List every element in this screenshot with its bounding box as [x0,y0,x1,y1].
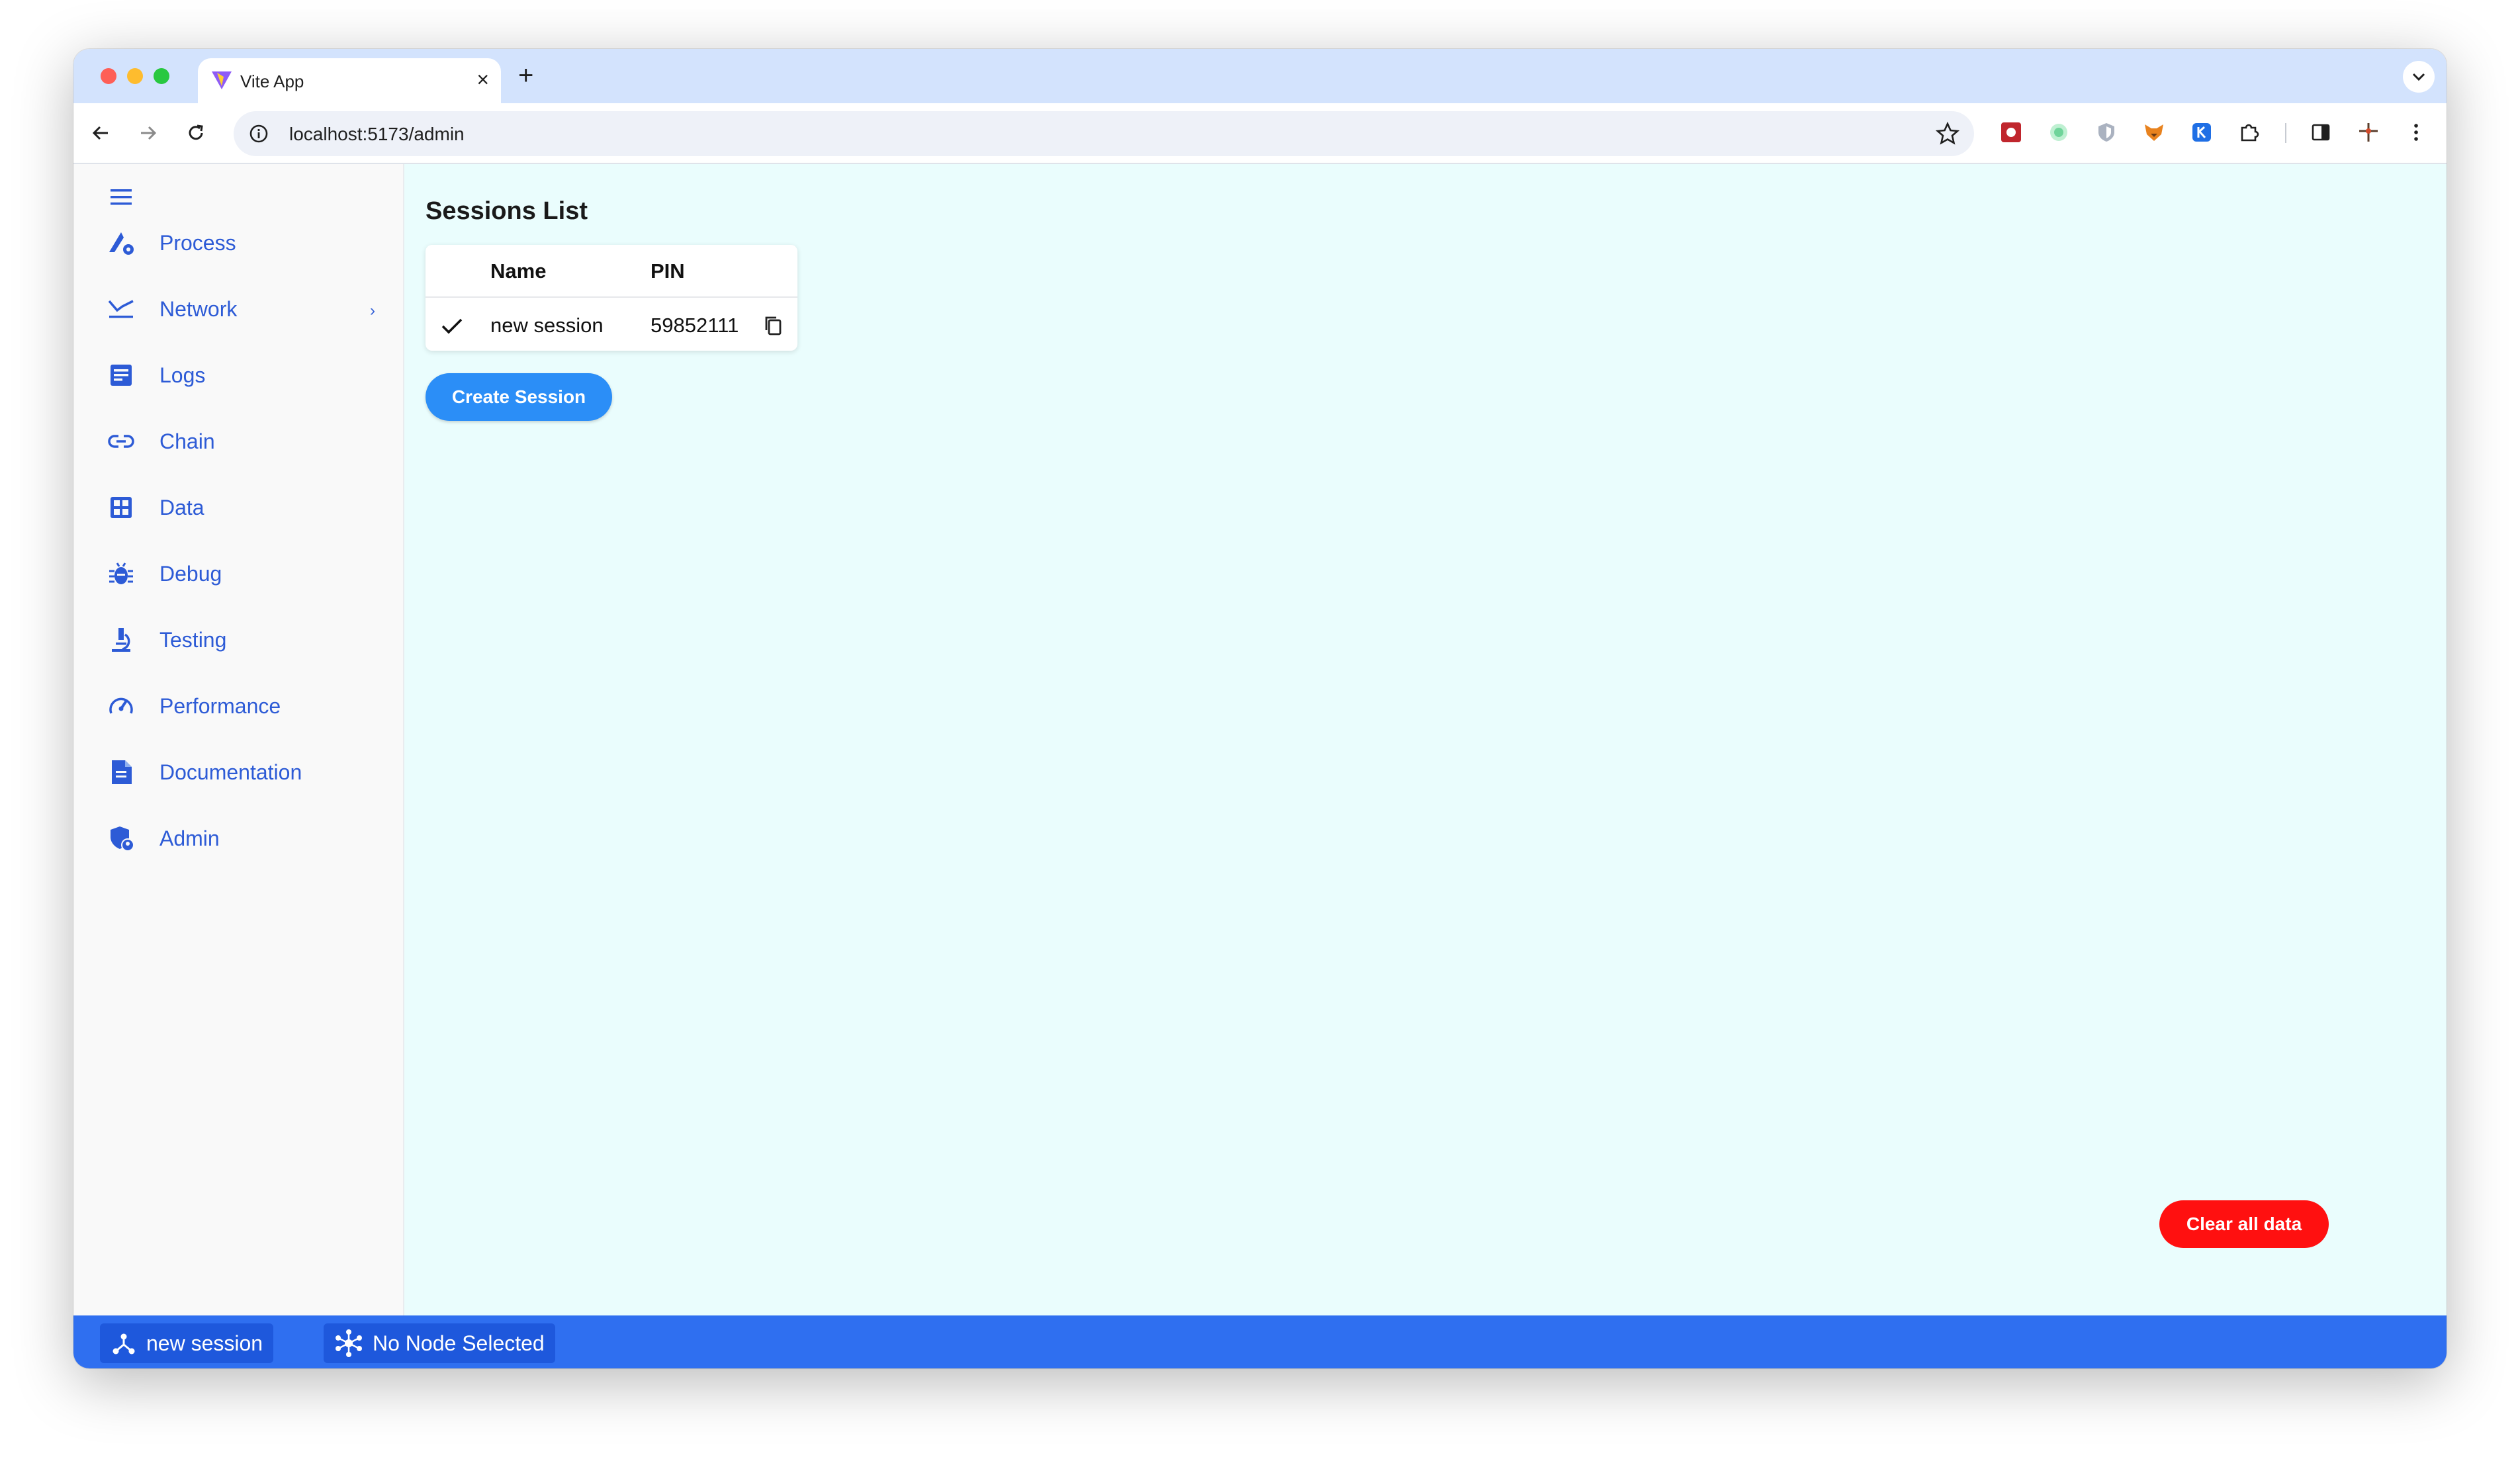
clear-all-data-button[interactable]: Clear all data [2159,1200,2329,1248]
side-panel-button[interactable] [2306,118,2335,147]
session-name-cell: new session [490,314,604,337]
tab-strip: Vite App × + [73,49,2447,103]
extension-1-button[interactable] [1997,118,2026,147]
reload-icon [189,124,203,140]
logs-icon [111,365,132,386]
session-fork-icon [112,1333,135,1354]
session-status-label: new session [146,1331,263,1355]
vite-logo-icon [212,71,232,89]
sidebar: Process Network › Logs Chain Data Debug … [73,164,404,1315]
sidebar-item-label: Debug [159,562,222,586]
sidebar-item-label: Documentation [159,760,302,784]
gauge-icon [109,697,133,714]
more-vertical-icon [2414,124,2418,141]
chevron-down-icon [2412,73,2425,81]
sidebar-item-label: Process [159,231,236,255]
sidebar-item-logs[interactable]: Logs [73,348,403,401]
sidebar-item-documentation[interactable]: Documentation [73,745,403,798]
sessions-table: Name PIN new session 59852111 [426,245,797,351]
tab-title: Vite App [240,71,304,91]
address-bar[interactable]: localhost:5173/admin [234,111,1974,156]
column-header-pin: PIN [651,259,685,283]
session-pin-cell: 59852111 [651,314,739,337]
page-title: Sessions List [426,197,588,225]
sidebar-item-label: Testing [159,628,227,652]
bookmark-star-icon[interactable] [1936,122,1959,146]
checkmark-icon [441,318,463,334]
extensions-menu-button[interactable] [2235,118,2264,147]
tab-close-button[interactable]: × [476,67,489,91]
close-window-button[interactable] [101,68,116,84]
sidebar-item-debug[interactable]: Debug [73,547,403,599]
sidebar-item-network[interactable]: Network › [73,282,403,335]
extension-red-icon [2001,122,2021,142]
sidebar-item-label: Data [159,496,204,519]
browser-toolbar: localhost:5173/admin [73,103,2447,164]
maximize-window-button[interactable] [154,68,169,84]
browser-tab[interactable]: Vite App × [198,58,501,103]
toolbar-divider [2285,123,2286,143]
node-status-label: No Node Selected [373,1331,545,1355]
extension-4-button[interactable] [2139,118,2169,147]
browser-menu-button[interactable] [2402,118,2431,147]
minimize-window-button[interactable] [127,68,143,84]
shield-admin-icon [111,826,134,852]
new-tab-button[interactable]: + [518,61,533,90]
process-icon [109,232,134,255]
side-panel-icon [2312,124,2330,141]
profile-avatar-icon [2359,123,2378,142]
node-graph-icon [336,1329,362,1357]
k-extension-icon [2192,123,2211,142]
main-content: Sessions List Name PIN new session 59852… [404,164,2447,1315]
sidebar-item-testing[interactable]: Testing [73,613,403,666]
sidebar-item-admin[interactable]: Admin [73,811,403,864]
sidebar-item-label: Network [159,297,238,321]
site-info-icon[interactable] [248,123,269,144]
chain-link-icon [108,435,134,448]
document-icon [112,760,132,784]
profile-button[interactable] [2354,118,2383,147]
hamburger-menu-icon[interactable] [107,183,136,212]
sidebar-item-label: Logs [159,363,206,387]
tab-search-button[interactable] [2403,61,2435,93]
session-status-chip[interactable]: new session [100,1323,274,1363]
sidebar-item-chain[interactable]: Chain [73,414,403,467]
table-divider [426,296,797,298]
sidebar-item-label: Admin [159,826,220,850]
microscope-icon [112,628,130,652]
status-bar: new session No Node Selected [73,1315,2447,1368]
arrow-left-icon [92,126,108,140]
data-grid-icon [111,497,132,518]
column-header-name: Name [490,259,547,283]
network-icon [108,300,134,318]
node-status-chip[interactable]: No Node Selected [324,1323,555,1363]
extension-green-icon [2050,124,2067,141]
expand-chevron-icon[interactable]: › [370,302,375,320]
fox-extension-icon [2145,124,2163,141]
extension-2-button[interactable] [2044,118,2073,147]
puzzle-piece-icon [2241,124,2259,142]
copy-icon[interactable] [762,314,786,337]
sidebar-item-label: Performance [159,694,281,718]
sidebar-item-performance[interactable]: Performance [73,679,403,732]
back-button[interactable] [84,116,117,150]
shield-extension-icon [2098,123,2114,142]
extension-3-button[interactable] [2092,118,2121,147]
reload-button[interactable] [179,116,212,150]
sidebar-item-label: Chain [159,429,215,453]
sidebar-item-process[interactable]: Process [73,216,403,269]
app-content: Process Network › Logs Chain Data Debug … [73,164,2447,1315]
forward-button[interactable] [132,116,165,150]
extension-5-button[interactable] [2187,118,2216,147]
browser-window: Vite App × + localhost:5173/admin Proces… [73,49,2447,1368]
create-session-button[interactable]: Create Session [426,373,612,421]
bug-icon [109,562,133,584]
url-text: localhost:5173/admin [289,124,465,144]
arrow-right-icon [141,126,157,140]
sidebar-item-data[interactable]: Data [73,480,403,533]
